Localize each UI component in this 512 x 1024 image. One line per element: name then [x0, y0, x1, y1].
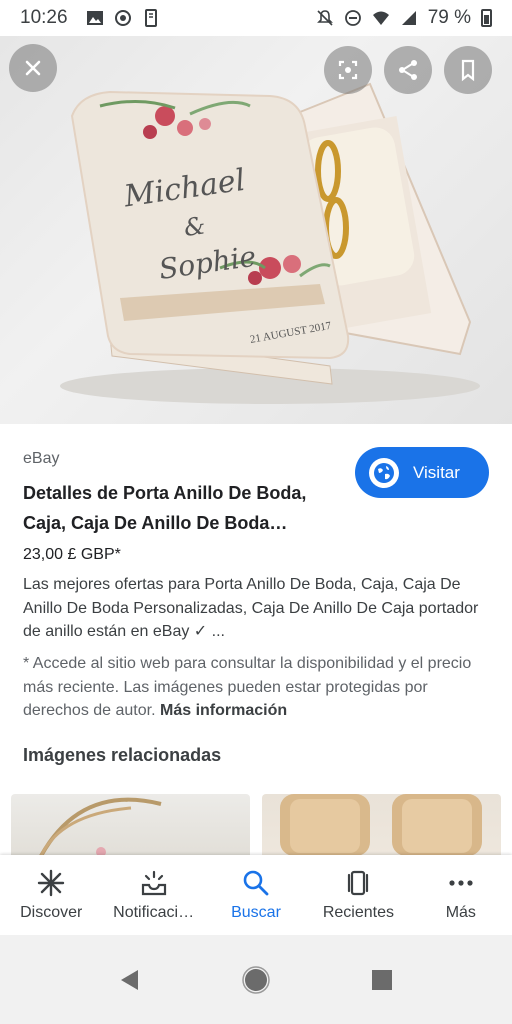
image-icon — [86, 11, 103, 25]
signal-icon — [401, 11, 416, 25]
share-icon — [399, 60, 417, 80]
visit-button-label: Visitar — [413, 462, 460, 482]
status-time: 10:26 — [20, 7, 68, 28]
more-dots-icon — [446, 868, 476, 898]
nav-label: Recientes — [322, 904, 394, 921]
home-circle-icon — [242, 965, 270, 994]
system-navigation-bar — [0, 935, 512, 1024]
ring-box-illustration: Michael & Sophie 21 AUGUST 2017 — [60, 82, 480, 404]
overview-button[interactable] — [368, 966, 396, 994]
result-source[interactable]: eBay — [23, 450, 59, 468]
bell-tray-icon — [139, 868, 169, 898]
notifications-off-icon — [316, 10, 333, 26]
related-images-heading: Imágenes relacionadas — [23, 745, 222, 765]
nav-label: Discover — [20, 904, 83, 921]
close-button[interactable] — [9, 44, 57, 92]
lens-icon — [338, 60, 358, 80]
back-triangle-icon — [121, 969, 138, 990]
bookmark-button[interactable] — [444, 46, 492, 94]
related-image-2[interactable] — [262, 794, 501, 856]
related-image-1[interactable] — [11, 794, 250, 856]
nav-search[interactable]: Buscar — [205, 855, 307, 935]
bottom-navigation: Discover Notificaci… Buscar Recientes Má… — [0, 855, 512, 935]
more-info-link[interactable]: Más información — [160, 702, 287, 719]
back-button[interactable] — [116, 966, 144, 994]
result-price: 23,00 £ GBP* — [23, 546, 121, 563]
disclaimer: * Accede al sitio web para consultar la … — [23, 652, 493, 723]
result-title[interactable]: Detalles de Porta Anillo De Boda, Caja, … — [23, 478, 343, 538]
nav-notifications[interactable]: Notificaci… — [102, 855, 204, 935]
do-not-disturb-icon — [344, 10, 361, 26]
nav-label: Buscar — [231, 904, 281, 921]
battery-icon — [481, 9, 492, 27]
share-button[interactable] — [384, 46, 432, 94]
nav-more[interactable]: Más — [410, 855, 512, 935]
battery-percent: 79 % — [427, 7, 471, 28]
home-button[interactable] — [242, 965, 270, 994]
status-right-icons: 79 % — [316, 7, 492, 29]
visit-button[interactable]: Visitar — [355, 447, 489, 498]
lens-button[interactable] — [324, 46, 372, 94]
box-text-ampersand: & — [182, 211, 207, 242]
bookmark-icon — [461, 59, 475, 82]
asterisk-icon — [36, 868, 66, 898]
status-left-icons — [86, 9, 160, 27]
overview-square-icon — [372, 969, 392, 990]
phone-icon — [144, 9, 157, 27]
wifi-icon — [372, 11, 389, 25]
globe-icon — [369, 457, 399, 488]
nav-discover[interactable]: Discover — [0, 855, 102, 935]
camera-icon — [114, 10, 131, 26]
basket-thumbnail — [39, 797, 162, 856]
recent-cards-icon — [343, 868, 373, 898]
hero-image[interactable]: Michael & Sophie 21 AUGUST 2017 — [0, 36, 512, 424]
status-bar: 10:26 79 % — [0, 0, 512, 36]
close-icon — [25, 60, 41, 76]
result-description: Las mejores ofertas para Porta Anillo De… — [23, 576, 479, 640]
wooden-boxes-thumbnail — [280, 794, 482, 856]
nav-recent[interactable]: Recientes — [307, 855, 409, 935]
search-icon — [241, 868, 271, 898]
nav-label: Más — [445, 904, 476, 921]
nav-label: Notificaci… — [113, 904, 195, 921]
